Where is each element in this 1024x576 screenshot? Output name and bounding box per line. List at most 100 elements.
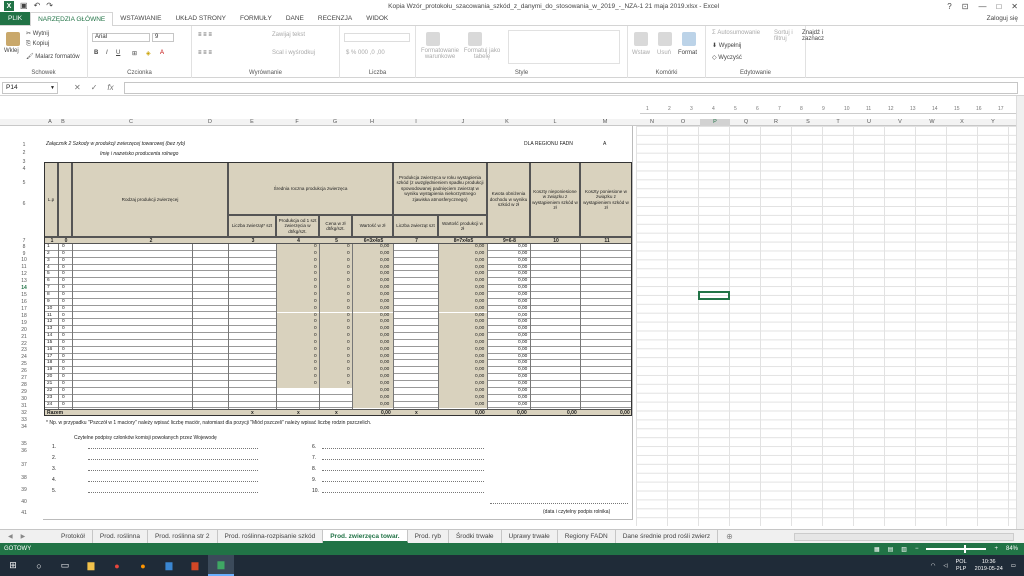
notifications-icon[interactable]: ▭	[1011, 563, 1016, 569]
font-color-icon[interactable]: A	[160, 50, 164, 56]
undo-button[interactable]: ↶	[34, 1, 41, 11]
row-header-37[interactable]: 37	[14, 462, 34, 468]
row-header-20[interactable]: 20	[14, 327, 34, 333]
signature-line[interactable]	[322, 481, 484, 482]
paste-button[interactable]: Wklej	[4, 48, 19, 54]
zoom-out-icon[interactable]: −	[915, 546, 919, 552]
row-header-11[interactable]: 11	[14, 264, 34, 270]
chrome-icon[interactable]: ●	[104, 555, 130, 576]
sheet-tab-prod-ryb[interactable]: Prod. ryb	[408, 530, 449, 543]
tab-data[interactable]: DANE	[279, 12, 311, 25]
row-header-35[interactable]: 35	[14, 441, 34, 447]
fill-color-icon[interactable]: ◈	[146, 50, 151, 57]
tab-home[interactable]: NARZĘDZIA GŁÓWNE	[30, 12, 114, 27]
row-header-33[interactable]: 33	[14, 417, 34, 423]
normal-view-icon[interactable]: ▦	[874, 546, 880, 553]
column-header-s[interactable]: S	[802, 119, 814, 126]
row-header-31[interactable]: 31	[14, 403, 34, 409]
row-header-36[interactable]: 36	[14, 448, 34, 454]
fill-button[interactable]: ⬇ Wypełnij	[712, 42, 741, 49]
conditional-format-icon[interactable]	[426, 32, 440, 46]
column-header-h[interactable]: H	[366, 119, 378, 126]
windows-start-icon[interactable]: ⊞	[0, 555, 26, 576]
row-header-32[interactable]: 32	[14, 410, 34, 416]
cut-button[interactable]: ✂ Wytnij	[26, 30, 49, 37]
column-header-y[interactable]: Y	[987, 119, 999, 126]
row-header-23[interactable]: 23	[14, 347, 34, 353]
delete-cells-button[interactable]: Usuń	[657, 50, 671, 56]
insert-function-icon[interactable]: fx	[107, 83, 113, 92]
next-sheet-icon[interactable]: ▶	[21, 533, 26, 540]
format-cells-icon[interactable]	[682, 32, 696, 46]
row-header-1[interactable]: 1	[14, 142, 34, 148]
row-header-41[interactable]: 41	[14, 510, 34, 516]
merge-center-button[interactable]: Scal i wyśrodkuj	[272, 50, 315, 56]
column-header-v[interactable]: V	[894, 119, 906, 126]
row-header-38[interactable]: 38	[14, 475, 34, 481]
clear-button[interactable]: ◇ Wyczyść	[712, 54, 742, 61]
row-header-18[interactable]: 18	[14, 313, 34, 319]
signature-line[interactable]	[88, 492, 258, 493]
signature-line[interactable]	[88, 481, 258, 482]
cell-styles-gallery[interactable]	[508, 30, 620, 64]
column-header-g[interactable]: G	[329, 119, 341, 126]
minimize-button[interactable]: —	[978, 2, 986, 11]
firefox-icon[interactable]: ●	[130, 555, 156, 576]
column-header-r[interactable]: R	[770, 119, 782, 126]
row-header-28[interactable]: 28	[14, 382, 34, 388]
row-header-5[interactable]: 5	[14, 180, 34, 186]
copy-button[interactable]: ⎘ Kopiuj	[26, 41, 49, 48]
column-header-c[interactable]: C	[125, 119, 137, 126]
page-break-icon[interactable]: ▥	[901, 546, 907, 553]
row-header-13[interactable]: 13	[14, 278, 34, 284]
sheet-tab-protokol[interactable]: Protokół	[54, 530, 93, 543]
row-header-10[interactable]: 10	[14, 257, 34, 263]
row-header-27[interactable]: 27	[14, 375, 34, 381]
column-header-f[interactable]: F	[291, 119, 303, 126]
insert-cells-icon[interactable]	[634, 32, 648, 46]
prev-sheet-icon[interactable]: ◀	[8, 533, 13, 540]
row-header-40[interactable]: 40	[14, 499, 34, 505]
autosum-button[interactable]: Σ Autosumowanie	[712, 30, 760, 36]
search-icon[interactable]: ○	[26, 555, 52, 576]
conditional-format-button[interactable]: Formatowanie warunkowe	[418, 48, 462, 60]
signature-line[interactable]	[322, 459, 484, 460]
tab-file[interactable]: PLIK	[0, 12, 31, 25]
signature-line[interactable]	[88, 459, 258, 460]
row-header-21[interactable]: 21	[14, 334, 34, 340]
signature-line[interactable]	[322, 492, 484, 493]
format-as-table-button[interactable]: Formatuj jako tabelę	[460, 48, 504, 60]
row-header-26[interactable]: 26	[14, 368, 34, 374]
row-header-25[interactable]: 25	[14, 361, 34, 367]
row-header-17[interactable]: 17	[14, 306, 34, 312]
tab-review[interactable]: RECENZJA	[311, 12, 359, 25]
sheet-tab-srodki-trwale[interactable]: Środki trwałe	[449, 530, 502, 543]
row-header-16[interactable]: 16	[14, 299, 34, 305]
input-language[interactable]: POL PLP	[956, 559, 967, 573]
sort-filter-button[interactable]: Sortuj i filtruj	[774, 30, 796, 42]
powerpoint-icon[interactable]: ▆	[182, 555, 208, 576]
column-header-d[interactable]: D	[204, 119, 216, 126]
network-icon[interactable]: ◠	[931, 563, 936, 569]
cancel-icon[interactable]: ✕	[74, 83, 81, 92]
column-header-j[interactable]: J	[457, 119, 469, 126]
zoom-in-icon[interactable]: +	[994, 546, 998, 552]
align-left-icon[interactable]: ≡ ≡ ≡	[198, 50, 212, 56]
align-top-icon[interactable]: ≡ ≡ ≡	[198, 32, 212, 38]
selected-cell[interactable]	[698, 291, 730, 300]
farmer-signature-line[interactable]	[490, 503, 628, 504]
column-header-w[interactable]: W	[926, 119, 938, 126]
column-header-q[interactable]: Q	[740, 119, 752, 126]
row-header-39[interactable]: 39	[14, 487, 34, 493]
worksheet[interactable]: 1 2 3 4 5 6 7 8 9 10 11 12 13 14 15 16 17 ABCDEFGHIJKLMN…	[0, 96, 1024, 529]
sheet-tab-rozpisanie[interactable]: Prod. roślinna-rozpisanie szkód	[218, 530, 324, 543]
sheet-tab-prod-zwierzeca[interactable]: Prod. zwierzęca towar.	[323, 530, 408, 543]
row-header-19[interactable]: 19	[14, 320, 34, 326]
sheet-tab-regiony-fadn[interactable]: Regiony FADN	[558, 530, 616, 543]
horizontal-scrollbar[interactable]	[794, 533, 1014, 541]
sheet-tab-uprawy-trwale[interactable]: Uprawy trwałe	[502, 530, 558, 543]
insert-cells-button[interactable]: Wstaw	[632, 50, 650, 56]
sheet-tab-prod-roslinna[interactable]: Prod. roślinna	[93, 530, 148, 543]
column-header-o[interactable]: O	[677, 119, 689, 126]
zoom-slider[interactable]	[926, 545, 987, 553]
